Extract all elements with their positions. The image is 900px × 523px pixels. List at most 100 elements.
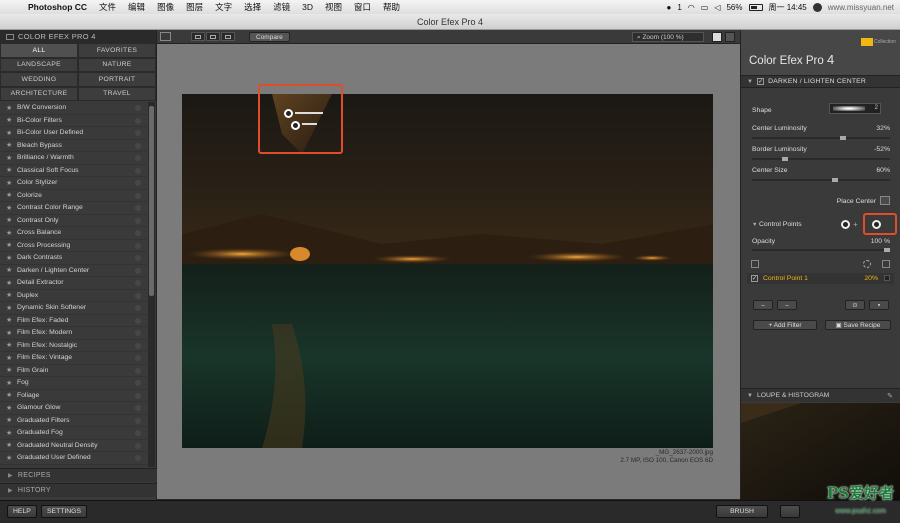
favorite-toggle-icon[interactable] <box>135 130 141 136</box>
filter-list-item[interactable]: ★ Colorize <box>0 190 147 202</box>
side-by-side-view-button[interactable] <box>221 32 235 41</box>
filter-section-header[interactable]: ▼ ✓ DARKEN / LIGHTEN CENTER <box>741 75 900 88</box>
volume-icon[interactable]: ◁ <box>714 3 720 12</box>
control-point-mask-icon[interactable] <box>884 275 890 281</box>
favorite-toggle-icon[interactable] <box>135 167 141 174</box>
favorite-toggle-icon[interactable] <box>135 255 141 261</box>
place-center-label[interactable]: Place Center <box>837 198 876 205</box>
menu-help[interactable]: 帮助 <box>377 1 406 13</box>
category-wedding[interactable]: WEDDING <box>0 72 78 87</box>
filter-list-item[interactable]: ★ Dynamic Skin Softener <box>0 302 147 315</box>
favorite-toggle-icon[interactable] <box>135 192 141 199</box>
menu-layer[interactable]: 图层 <box>180 1 209 13</box>
favorite-toggle-icon[interactable] <box>135 367 141 374</box>
filter-list-item[interactable]: ★ Graduated Neutral Density <box>0 440 147 452</box>
favorite-toggle-icon[interactable] <box>135 155 141 161</box>
menu-image[interactable]: 图像 <box>151 1 180 13</box>
favorite-toggle-icon[interactable] <box>135 342 141 349</box>
control-point-list-row[interactable]: ✓ Control Point 1 20% <box>747 273 894 284</box>
history-section[interactable]: ▶ HISTORY <box>0 483 157 497</box>
favorite-toggle-icon[interactable] <box>135 305 141 311</box>
filter-list-item[interactable]: ★ B/W Conversion <box>0 102 147 115</box>
control-point-action-2[interactable]: ‒ <box>777 300 797 310</box>
filter-list-item[interactable]: ★ Bi-Color User Defined <box>0 127 147 140</box>
filter-list-item[interactable]: ★ Contrast Color Range <box>0 202 147 215</box>
add-control-point-icon[interactable] <box>841 219 850 229</box>
star-icon[interactable]: ★ <box>6 129 13 137</box>
delete-control-point-icon[interactable]: ▪ <box>869 300 889 310</box>
filter-list-scrollbar[interactable] <box>148 102 155 467</box>
filter-list-item[interactable]: ★ Bi-Color Filters <box>0 115 147 127</box>
visibility-icon[interactable] <box>882 260 890 268</box>
star-icon[interactable]: ★ <box>6 366 13 374</box>
favorite-toggle-icon[interactable] <box>135 355 141 361</box>
category-favorites[interactable]: FAVORITES <box>78 43 156 58</box>
airplay-icon[interactable]: ▭ <box>701 3 709 12</box>
favorite-toggle-icon[interactable] <box>135 280 141 286</box>
recipes-section[interactable]: ▶ RECIPES <box>0 468 157 482</box>
star-icon[interactable]: ★ <box>6 454 13 462</box>
wechat-icon[interactable]: ● <box>666 3 671 12</box>
settings-button[interactable]: SETTINGS <box>41 505 87 518</box>
favorite-toggle-icon[interactable] <box>135 217 141 224</box>
star-icon[interactable]: ★ <box>6 279 13 287</box>
star-icon[interactable]: ★ <box>6 179 13 187</box>
favorite-toggle-icon[interactable] <box>135 117 141 124</box>
collapse-triangle-icon[interactable]: ▼ <box>747 393 753 399</box>
favorite-toggle-icon[interactable] <box>135 105 141 111</box>
menu-select[interactable]: 选择 <box>238 1 267 13</box>
favorite-toggle-icon[interactable] <box>135 330 141 336</box>
favorite-toggle-icon[interactable] <box>135 180 141 186</box>
filter-list-item[interactable]: ★ Bleach Bypass <box>0 140 147 152</box>
single-view-button[interactable] <box>191 32 205 41</box>
filter-list-item[interactable]: ★ Film Efex: Nostalgic <box>0 340 147 352</box>
favorite-toggle-icon[interactable] <box>135 430 141 436</box>
filter-list-item[interactable]: ★ Graduated Fog <box>0 427 147 440</box>
collapse-triangle-icon[interactable]: ▼ <box>747 79 753 85</box>
loupe-histogram-header[interactable]: ▼ LOUPE & HISTOGRAM ✎ <box>741 388 900 402</box>
filter-list-item[interactable]: ★ Glamour Glow <box>0 402 147 415</box>
favorite-toggle-icon[interactable] <box>135 417 141 424</box>
slider-knob[interactable] <box>782 157 789 161</box>
favorite-toggle-icon[interactable] <box>135 405 141 411</box>
hide-filter-panel-icon[interactable] <box>160 32 171 41</box>
star-icon[interactable]: ★ <box>6 204 13 212</box>
star-icon[interactable]: ★ <box>6 154 13 162</box>
favorite-toggle-icon[interactable] <box>135 142 141 149</box>
menu-window[interactable]: 窗口 <box>348 1 377 13</box>
filter-list-item[interactable]: ★ Foliage <box>0 390 147 402</box>
save-recipe-button[interactable]: ▣ Save Recipe <box>825 320 891 330</box>
zoom-select[interactable]: ⌕ Zoom (100 %) <box>632 32 704 42</box>
menu-edit[interactable]: 编辑 <box>122 1 151 13</box>
star-icon[interactable]: ★ <box>6 116 13 124</box>
filter-list-item[interactable]: ★ Brilliance / Warmth <box>0 152 147 165</box>
control-point-action-1[interactable]: ‒ <box>753 300 773 310</box>
add-filter-button[interactable]: + Add Filter <box>753 320 817 330</box>
star-icon[interactable]: ★ <box>6 104 13 112</box>
star-icon[interactable]: ★ <box>6 191 13 199</box>
star-icon[interactable]: ★ <box>6 441 13 449</box>
star-icon[interactable]: ★ <box>6 254 13 262</box>
collapse-panel-icon[interactable] <box>6 33 14 40</box>
battery-icon[interactable] <box>748 3 763 11</box>
app-menu[interactable]: Photoshop CC <box>22 2 93 12</box>
star-icon[interactable]: ★ <box>6 166 13 174</box>
clock[interactable]: 周一 14:45 <box>769 2 807 13</box>
star-icon[interactable]: ★ <box>6 229 13 237</box>
help-button[interactable]: HELP <box>7 505 37 518</box>
star-icon[interactable]: ★ <box>6 291 13 299</box>
duplicate-control-point-icon[interactable]: ⊙ <box>845 300 865 310</box>
filter-list-item[interactable]: ★ Fog <box>0 377 147 390</box>
opacity-slider[interactable] <box>752 248 890 252</box>
filter-list-item[interactable]: ★ Detail Extractor <box>0 277 147 290</box>
place-center-icon[interactable] <box>880 196 890 205</box>
favorite-toggle-icon[interactable] <box>135 392 141 399</box>
shape-select[interactable]: 2 <box>829 103 881 114</box>
background-light-icon[interactable] <box>712 32 722 42</box>
menu-view[interactable]: 视图 <box>319 1 348 13</box>
opacity-slider-knob[interactable] <box>884 248 890 252</box>
menu-filter[interactable]: 滤镜 <box>267 1 296 13</box>
favorite-toggle-icon[interactable] <box>135 317 141 324</box>
star-icon[interactable]: ★ <box>6 341 13 349</box>
favorite-toggle-icon[interactable] <box>135 442 141 449</box>
